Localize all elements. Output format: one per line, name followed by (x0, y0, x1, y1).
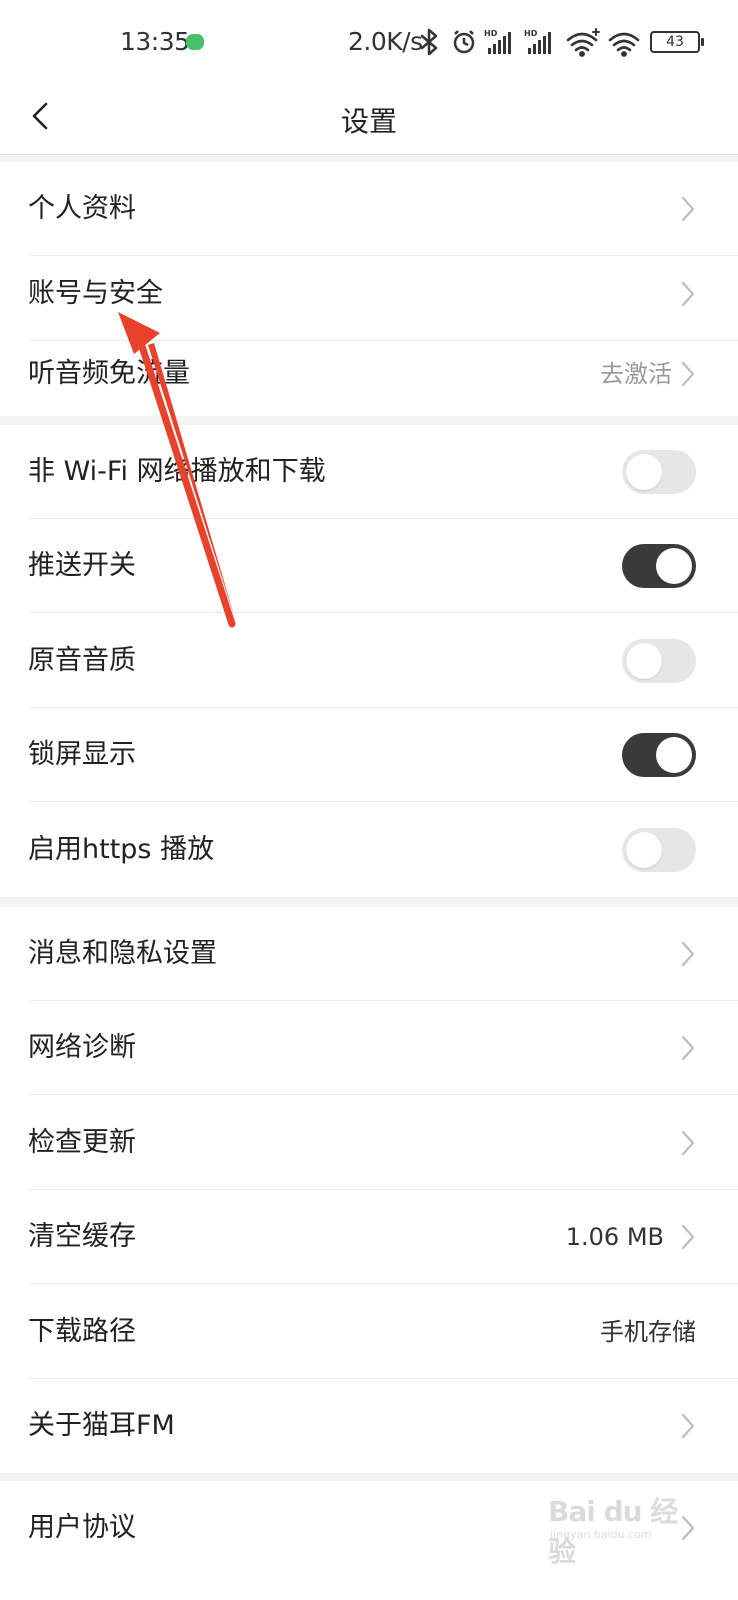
check-update-label: 检查更新 (28, 1127, 136, 1158)
audio-free-data-value: 去激活 (600, 360, 672, 388)
chevron-right-icon (681, 1035, 695, 1061)
chevron-right-icon (681, 1130, 695, 1156)
page-title: 设置 (340, 105, 397, 138)
audio-free-data-row[interactable]: 听音频免流量 去激活 (0, 332, 738, 416)
original-quality-row: 原音音质 (0, 614, 738, 708)
lock-screen-toggle[interactable] (622, 733, 696, 777)
check-update-row[interactable]: 检查更新 (0, 1096, 738, 1190)
navigation-bar: 设置 (0, 84, 738, 155)
clear-cache-label: 清空缓存 (28, 1221, 136, 1252)
push-switch-row: 推送开关 (0, 519, 738, 613)
chevron-right-icon (681, 1224, 695, 1250)
settings-group-general: 消息和隐私设置 网络诊断 检查更新 清空缓存 1.06 MB 下载路径 手机存储… (0, 907, 738, 1473)
chevron-right-icon (681, 1413, 695, 1439)
settings-group-playback: 非 Wi-Fi 网络播放和下载 推送开关 原音音质 锁屏显示 启用https 播… (0, 425, 738, 897)
lock-screen-row: 锁屏显示 (0, 708, 738, 802)
https-play-label: 启用https 播放 (28, 834, 215, 865)
non-wifi-play-toggle[interactable] (622, 450, 696, 494)
account-security-row[interactable]: 账号与安全 (0, 247, 738, 341)
user-agreement-label: 用户协议 (28, 1512, 136, 1543)
network-speed: 2.0K/s (348, 27, 423, 56)
push-switch-toggle[interactable] (622, 544, 696, 588)
account-security-label: 账号与安全 (28, 278, 163, 309)
clear-cache-row[interactable]: 清空缓存 1.06 MB (0, 1190, 738, 1284)
messages-privacy-label: 消息和隐私设置 (28, 938, 217, 969)
original-quality-label: 原音音质 (28, 645, 136, 676)
clear-cache-value: 1.06 MB (565, 1223, 664, 1251)
download-path-row[interactable]: 下载路径 手机存储 (0, 1285, 738, 1379)
download-path-value: 手机存储 (600, 1318, 696, 1346)
original-quality-toggle[interactable] (622, 639, 696, 683)
bluetooth-icon (420, 28, 438, 56)
download-path-label: 下载路径 (28, 1316, 136, 1347)
about-label: 关于猫耳FM (28, 1410, 175, 1441)
chevron-right-icon (681, 941, 695, 967)
chevron-right-icon (681, 281, 695, 307)
svg-text:HD: HD (524, 29, 538, 38)
status-time: 13:35 (120, 27, 190, 56)
status-icons: HD HD (420, 28, 640, 57)
personal-profile-row[interactable]: 个人资料 (0, 162, 738, 256)
wifi-plus-icon (566, 28, 600, 57)
non-wifi-play-row: 非 Wi-Fi 网络播放和下载 (0, 425, 738, 519)
watermark-url: jingyan.baidu.com (550, 1528, 652, 1541)
network-diagnosis-row[interactable]: 网络诊断 (0, 1001, 738, 1095)
alarm-icon (453, 30, 475, 54)
https-play-row: 启用https 播放 (0, 803, 738, 897)
hd-signal-icon-2: HD (524, 29, 551, 54)
baidu-watermark: Bai du 经验 jingyan.baidu.com (548, 1486, 698, 1568)
chevron-right-icon (681, 196, 695, 222)
messages-privacy-row[interactable]: 消息和隐私设置 (0, 907, 738, 1001)
status-bar: 13:35 2.0K/s HD HD 43 (0, 0, 738, 84)
network-diagnosis-label: 网络诊断 (28, 1032, 136, 1063)
push-switch-label: 推送开关 (28, 550, 136, 581)
settings-group-account: 个人资料 账号与安全 听音频免流量 去激活 (0, 162, 738, 416)
wifi-icon (608, 32, 640, 57)
https-play-toggle[interactable] (622, 828, 696, 872)
battery-icon: 43 (650, 31, 704, 53)
hd-signal-icon-1: HD (484, 29, 511, 54)
svg-text:HD: HD (484, 29, 498, 38)
lock-screen-label: 锁屏显示 (28, 739, 136, 770)
audio-free-data-label: 听音频免流量 (28, 358, 190, 389)
about-row[interactable]: 关于猫耳FM (0, 1379, 738, 1473)
personal-profile-label: 个人资料 (28, 193, 136, 224)
non-wifi-play-label: 非 Wi-Fi 网络播放和下载 (28, 456, 326, 487)
chat-notification-icon (186, 34, 204, 50)
chevron-right-icon (681, 361, 695, 387)
